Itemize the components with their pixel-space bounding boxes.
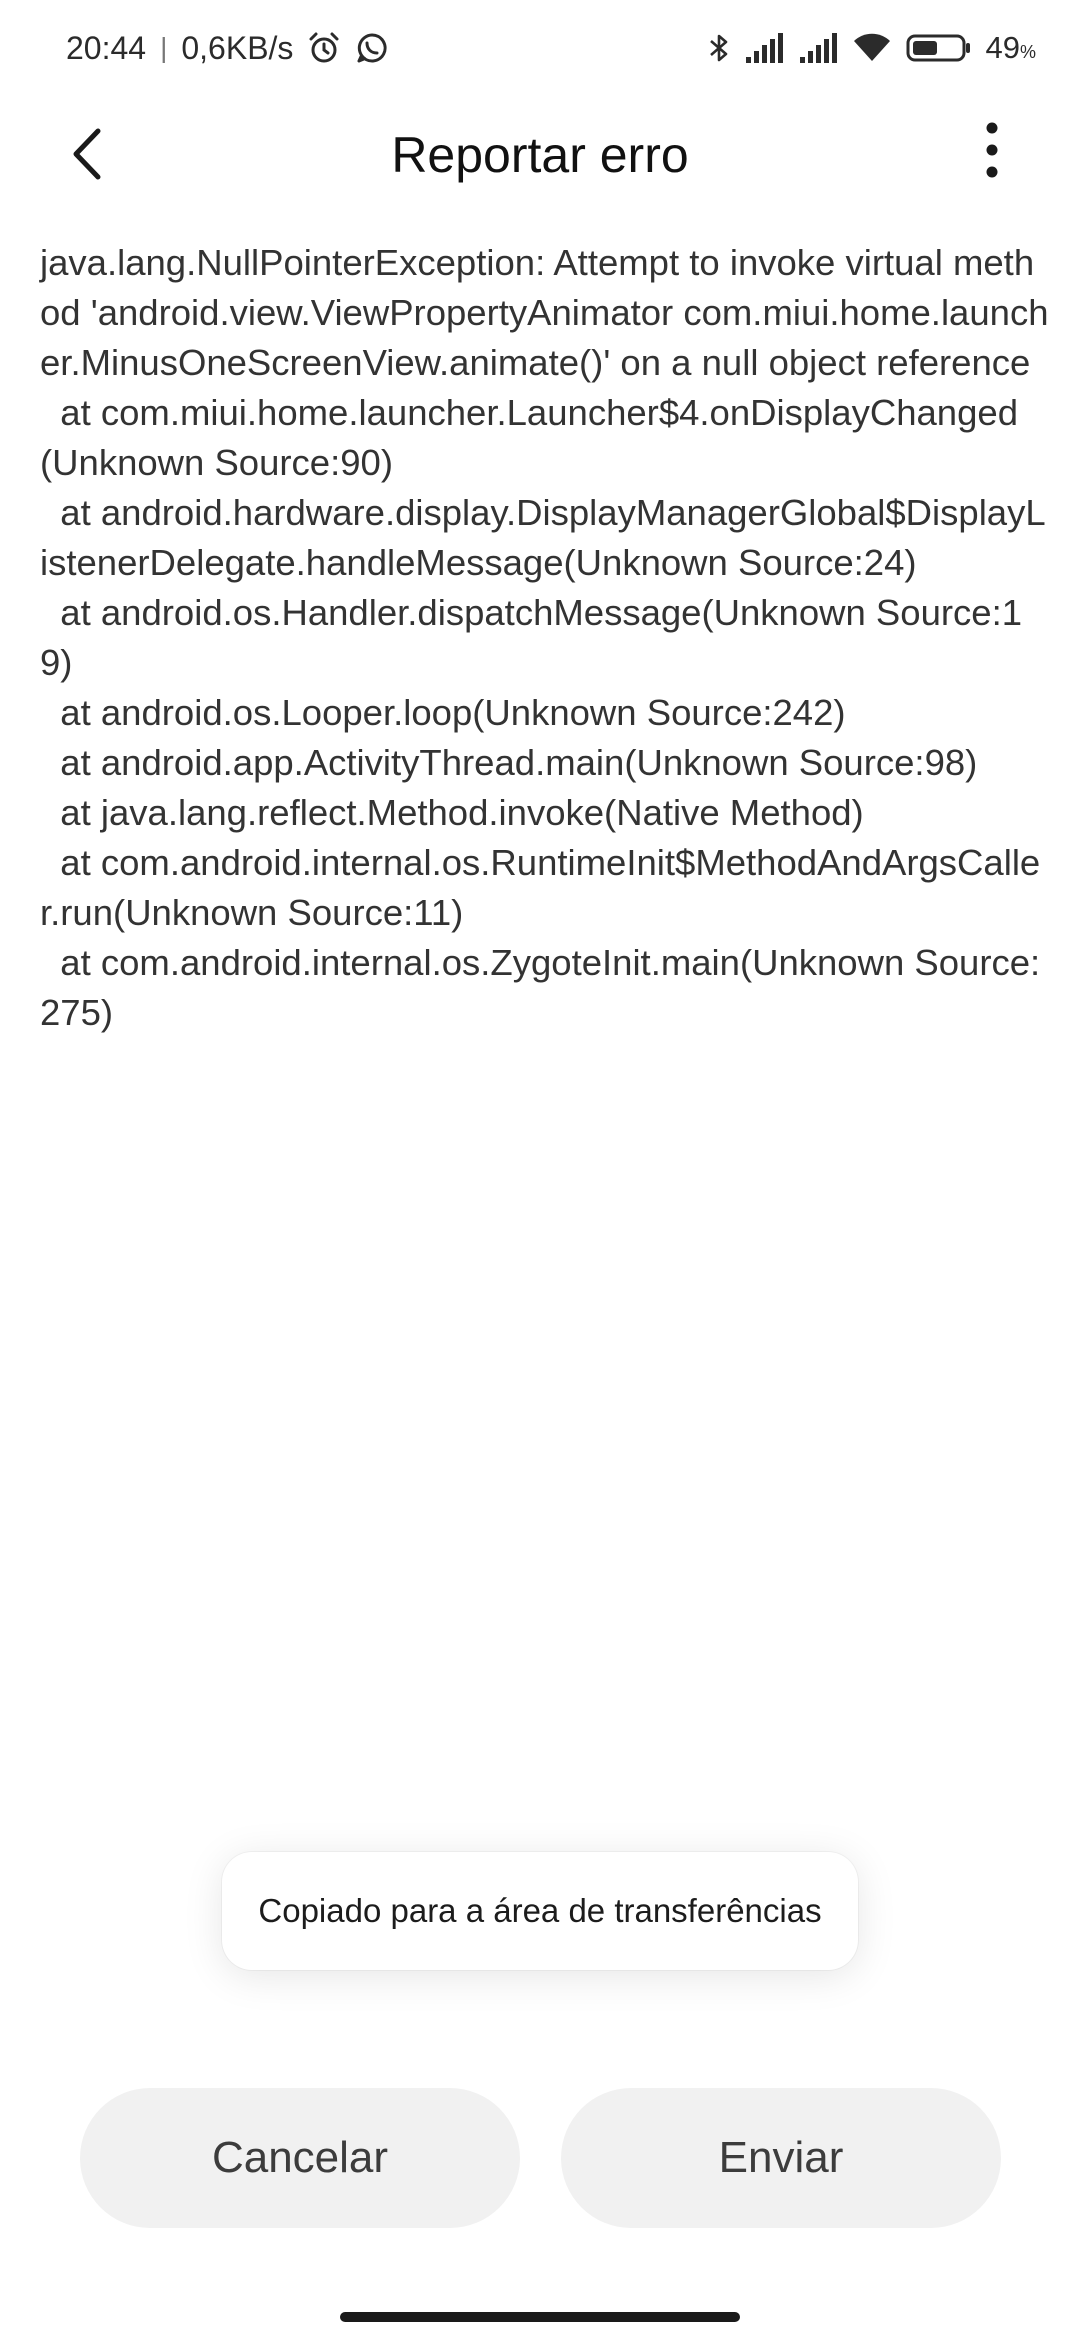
status-time: 20:44 (66, 29, 147, 66)
battery-percent: 49% (985, 30, 1037, 65)
alarm-icon (307, 31, 341, 65)
status-right: 49% (708, 30, 1037, 66)
signal-icon (744, 31, 784, 65)
report-error-screen: 20:44 | 0,6KB/s 49% Reportar erro java.l… (0, 0, 1080, 2340)
battery-icon (906, 31, 972, 65)
home-indicator[interactable] (340, 2312, 740, 2322)
more-options-button[interactable] (966, 110, 1018, 190)
toast-message: Copiado para a área de transferências (222, 1852, 858, 1970)
wifi-icon (852, 31, 892, 65)
status-left: 20:44 | 0,6KB/s (66, 30, 389, 67)
more-vertical-icon (986, 122, 998, 178)
status-bar: 20:44 | 0,6KB/s 49% (0, 0, 1080, 96)
status-separator: | (160, 32, 168, 63)
signal-icon (798, 31, 838, 65)
send-button[interactable]: Enviar (561, 2088, 1001, 2228)
header: Reportar erro (0, 96, 1080, 216)
error-log-text[interactable]: java.lang.NullPointerException: Attempt … (40, 238, 1050, 1038)
bluetooth-icon (708, 31, 730, 65)
network-speed: 0,6KB/s (181, 29, 294, 66)
cancel-button[interactable]: Cancelar (80, 2088, 520, 2228)
page-title: Reportar erro (391, 127, 689, 183)
battery-unit: % (1019, 42, 1036, 62)
whatsapp-icon (355, 31, 389, 65)
